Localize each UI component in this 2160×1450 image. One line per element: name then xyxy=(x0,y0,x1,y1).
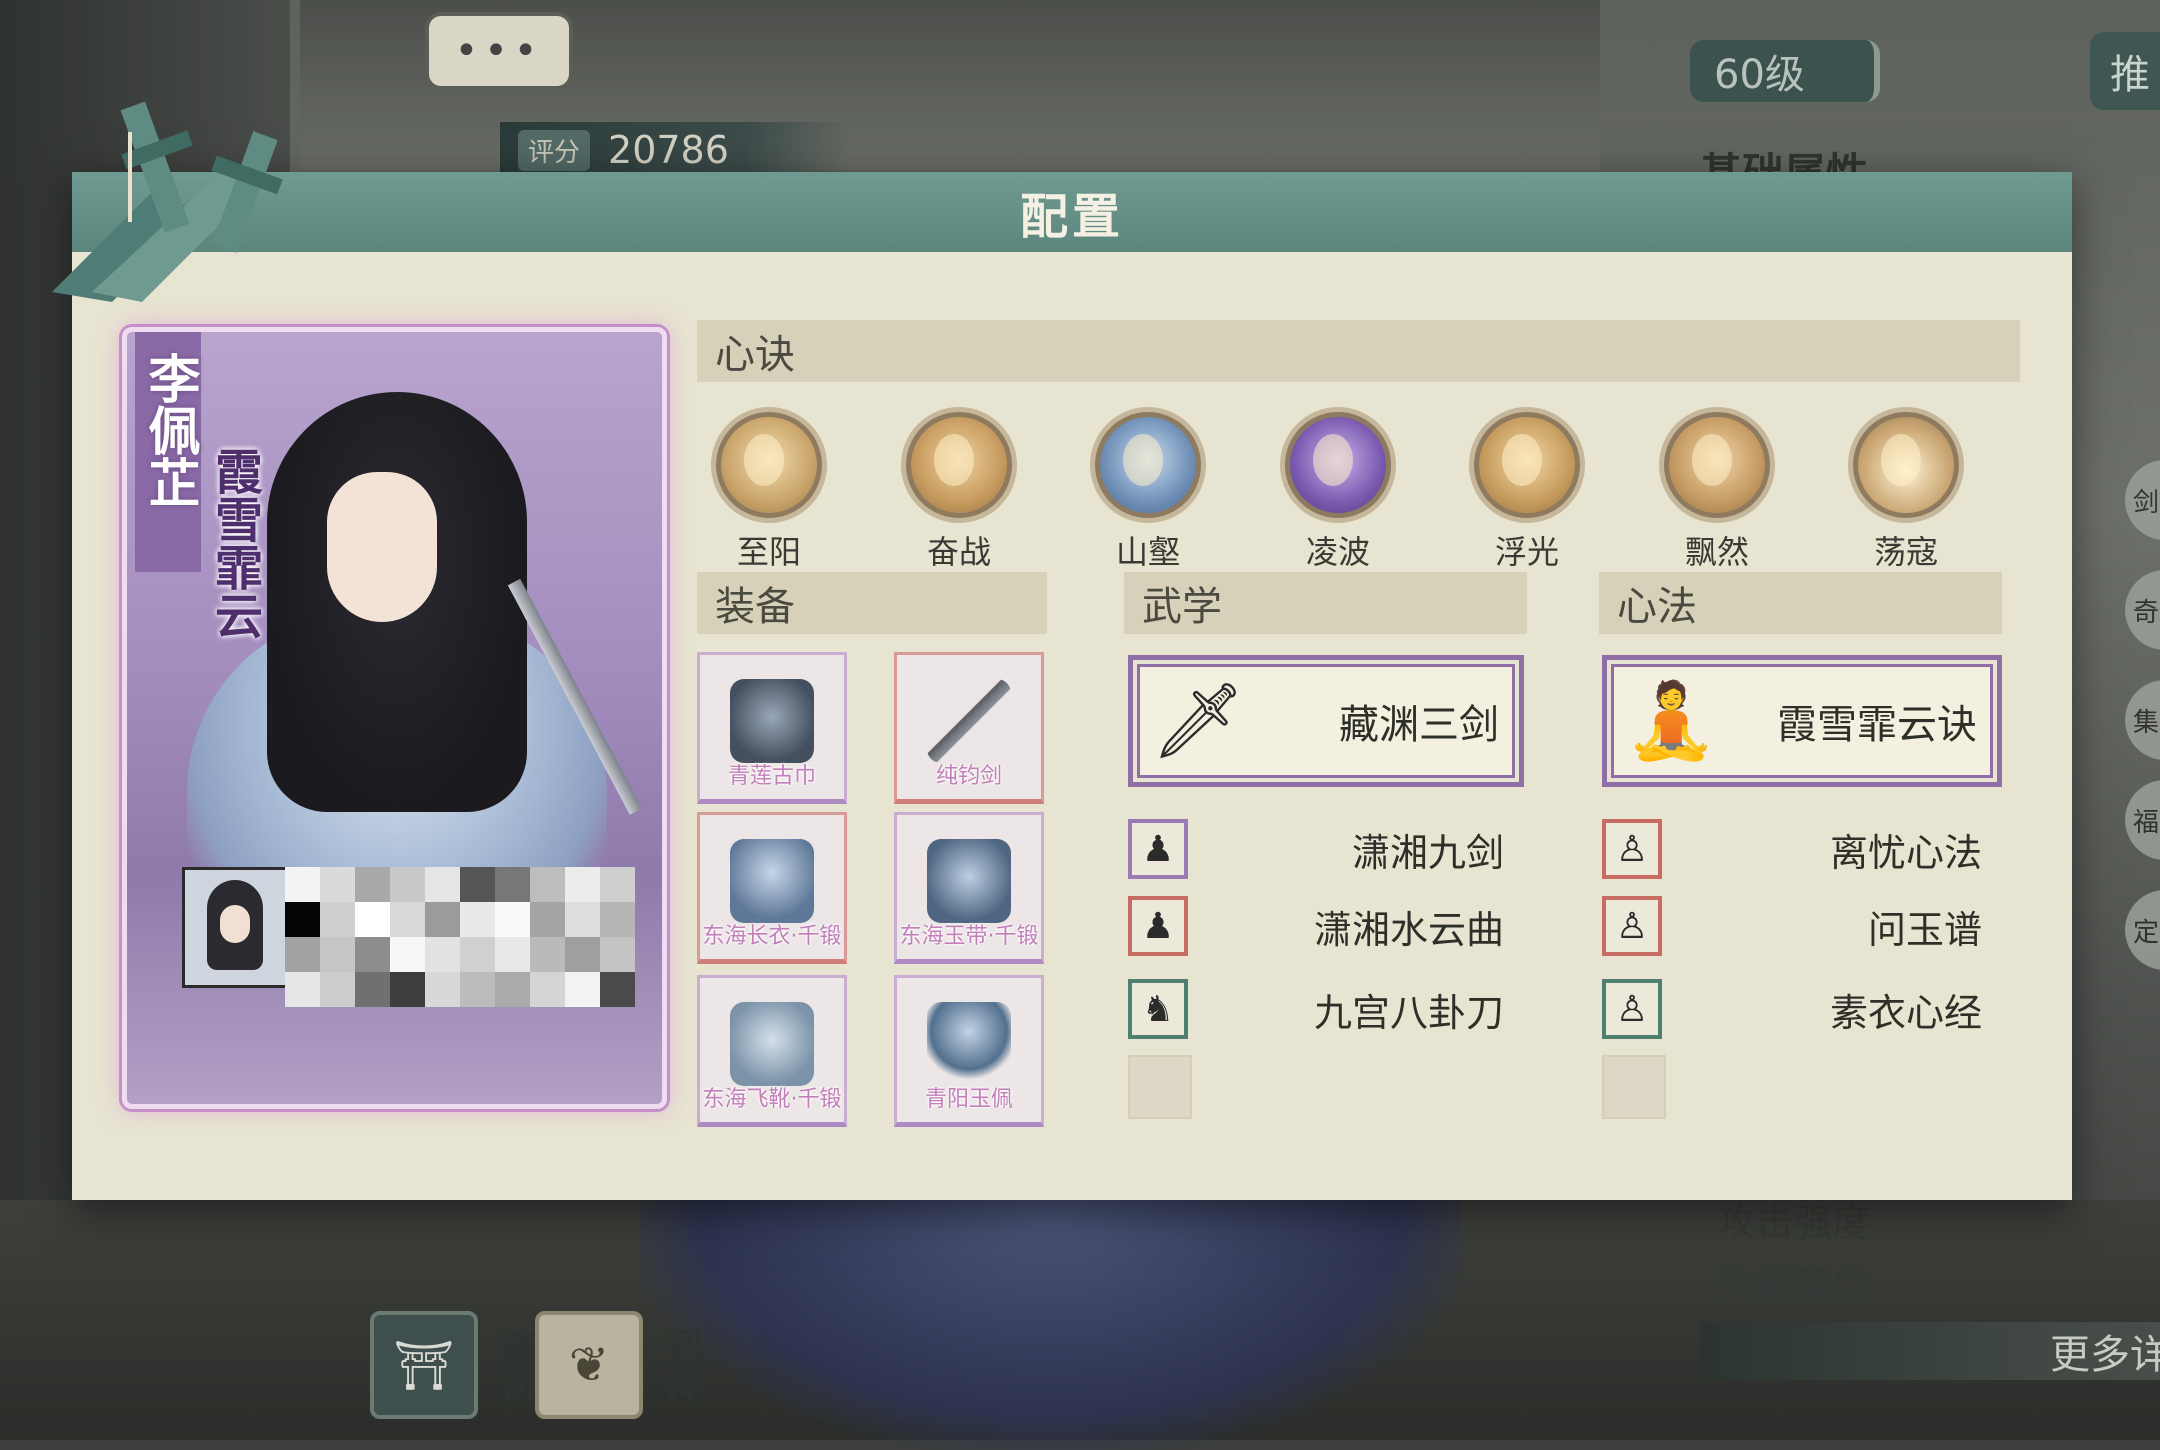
wave-icon xyxy=(1280,407,1396,523)
meditating-figure-icon: 🧘 xyxy=(1625,678,1718,764)
character-portrait-card: 李佩芷 霞雪霏云 xyxy=(122,327,667,1109)
player-avatar xyxy=(182,867,288,988)
swordsman-icon: 🗡 xyxy=(1151,678,1245,764)
scroll-icon: ❦ xyxy=(535,1311,643,1419)
xinfa-item-3[interactable]: ♙ 素衣心经 xyxy=(1602,977,2002,1041)
xinfa-item-label: 离忧心法 xyxy=(1829,830,1982,875)
robe-icon xyxy=(730,839,814,923)
xinjue-skill-2[interactable]: 奋战 xyxy=(889,407,1029,573)
xinfa-empty-slot[interactable] xyxy=(1602,1055,1666,1119)
boots-icon xyxy=(730,1002,814,1086)
mountain-icon xyxy=(1090,407,1206,523)
equip-slot-boots[interactable]: 东海飞靴·千锻 xyxy=(697,975,847,1127)
section-xinjue: 心诀 xyxy=(697,320,2020,382)
score-display: 评分 20786 xyxy=(500,122,848,178)
xinfa-item-2[interactable]: ♙ 问玉谱 xyxy=(1602,894,2002,958)
xinfa-item-label: 素衣心经 xyxy=(1829,990,1982,1035)
level-badge: 60级 xyxy=(1690,40,1880,102)
xinfa-figure-icon: ♙ xyxy=(1602,979,1662,1039)
flame-icon xyxy=(901,407,1017,523)
martial-figure-icon: ♟ xyxy=(1128,896,1188,956)
light-icon xyxy=(1469,407,1585,523)
dialog-title: 配置 xyxy=(1019,189,1124,245)
robe-icon: ⛩ xyxy=(370,1311,478,1419)
xinjue-skill-7[interactable]: 荡寇 xyxy=(1836,407,1976,573)
equip-slot-head[interactable]: 青莲古巾 xyxy=(697,652,847,804)
xinjue-skill-label: 凌波 xyxy=(1305,533,1370,571)
equip-name: 纯钧剑 xyxy=(935,764,1002,789)
config-dialog: 配置 李佩芷 霞雪霏云 心诀 至阳 奋战 山壑 凌波 浮光 飘然 荡寇 装备 青… xyxy=(52,101,2072,1200)
martial-figure-icon: ♞ xyxy=(1128,979,1188,1039)
section-xinfa: 心法 xyxy=(1599,572,2002,634)
martial-main-slot[interactable]: 🗡 藏渊三剑 xyxy=(1128,655,1524,787)
xinfa-item-1[interactable]: ♙ 离忧心法 xyxy=(1602,817,2002,881)
equip-name: 东海飞靴·千锻 xyxy=(702,1087,842,1112)
xinjue-skill-1[interactable]: 至阳 xyxy=(699,407,839,573)
biography-label: 列传 xyxy=(658,1327,702,1403)
section-equipment: 装备 xyxy=(697,572,1047,634)
martial-empty-slot[interactable] xyxy=(1128,1055,1192,1119)
martial-item-3[interactable]: ♞ 九宫八卦刀 xyxy=(1128,977,1524,1041)
xinjue-skill-label: 至阳 xyxy=(736,533,801,571)
equip-slot-belt[interactable]: 东海玉带·千锻 xyxy=(894,812,1044,964)
sun-icon xyxy=(711,407,827,523)
martial-item-label: 潇湘水云曲 xyxy=(1313,907,1504,952)
xinjue-skill-label: 浮光 xyxy=(1494,533,1559,571)
top-right-button[interactable]: 推 xyxy=(2090,32,2160,110)
xinfa-figure-icon: ♙ xyxy=(1602,896,1662,956)
xinjue-skill-4[interactable]: 凌波 xyxy=(1268,407,1408,573)
equip-slot-pendant[interactable]: 青阳玉佩 xyxy=(894,975,1044,1127)
xinjue-skill-3[interactable]: 山壑 xyxy=(1078,407,1218,573)
dress-up-button[interactable]: ⛩ 装扮 xyxy=(370,1310,543,1420)
martial-figure-icon: ♟ xyxy=(1128,819,1188,879)
martial-item-label: 九宫八卦刀 xyxy=(1313,990,1504,1035)
xinjue-skill-label: 山壑 xyxy=(1115,533,1180,571)
xinjue-skill-label: 荡寇 xyxy=(1873,533,1938,571)
portrait-face xyxy=(327,472,437,622)
martial-item-label: 潇湘九剑 xyxy=(1351,830,1504,875)
section-martial: 武学 xyxy=(1124,572,1527,634)
sword-ornament-icon xyxy=(52,101,283,302)
equip-slot-body[interactable]: 东海长衣·千锻 xyxy=(697,812,847,964)
martial-item-1[interactable]: ♟ 潇湘九剑 xyxy=(1128,817,1524,881)
character-name: 李佩芷 xyxy=(139,352,200,508)
stat-defense: 防御强度 xyxy=(1718,1264,1871,1308)
equip-name: 东海长衣·千锻 xyxy=(702,924,842,949)
belt-icon xyxy=(927,839,1011,923)
jade-pendant-icon xyxy=(927,1002,1011,1086)
xinfa-main-label: 霞雪霏云诀 xyxy=(1777,702,1977,748)
equip-name: 青阳玉佩 xyxy=(924,1087,1013,1112)
headwear-icon xyxy=(730,679,814,763)
score-label: 评分 xyxy=(518,129,591,171)
equip-slot-weapon[interactable]: 纯钧剑 xyxy=(894,652,1044,804)
xinfa-item-label: 问玉谱 xyxy=(1867,907,1982,952)
xinfa-main-slot[interactable]: 🧘 霞雪霏云诀 xyxy=(1602,655,2002,787)
sword-icon xyxy=(927,679,1011,763)
chat-bubble-button[interactable]: ••• xyxy=(425,12,573,90)
equip-name: 青莲古巾 xyxy=(727,764,816,789)
biography-button[interactable]: ❦ 列传 xyxy=(535,1310,708,1420)
equip-name: 东海玉带·千锻 xyxy=(899,924,1039,949)
stat-attack: 攻击强度 xyxy=(1718,1201,1871,1245)
leaf-icon xyxy=(1659,407,1775,523)
xinjue-skill-label: 奋战 xyxy=(926,533,991,571)
xinfa-figure-icon: ♙ xyxy=(1602,819,1662,879)
martial-main-label: 藏渊三剑 xyxy=(1339,702,1499,748)
more-details-button[interactable]: 更多详 xyxy=(1700,1322,2160,1380)
player-name-mosaic xyxy=(285,867,635,1007)
character-title: 霞雪霏云 xyxy=(206,447,262,639)
xinjue-skill-6[interactable]: 飘然 xyxy=(1647,407,1787,573)
xinjue-skill-5[interactable]: 浮光 xyxy=(1457,407,1597,573)
martial-item-2[interactable]: ♟ 潇湘水云曲 xyxy=(1128,894,1524,958)
score-value: 20786 xyxy=(608,128,729,172)
xinjue-skill-label: 飘然 xyxy=(1684,533,1749,571)
orb-icon xyxy=(1848,407,1964,523)
